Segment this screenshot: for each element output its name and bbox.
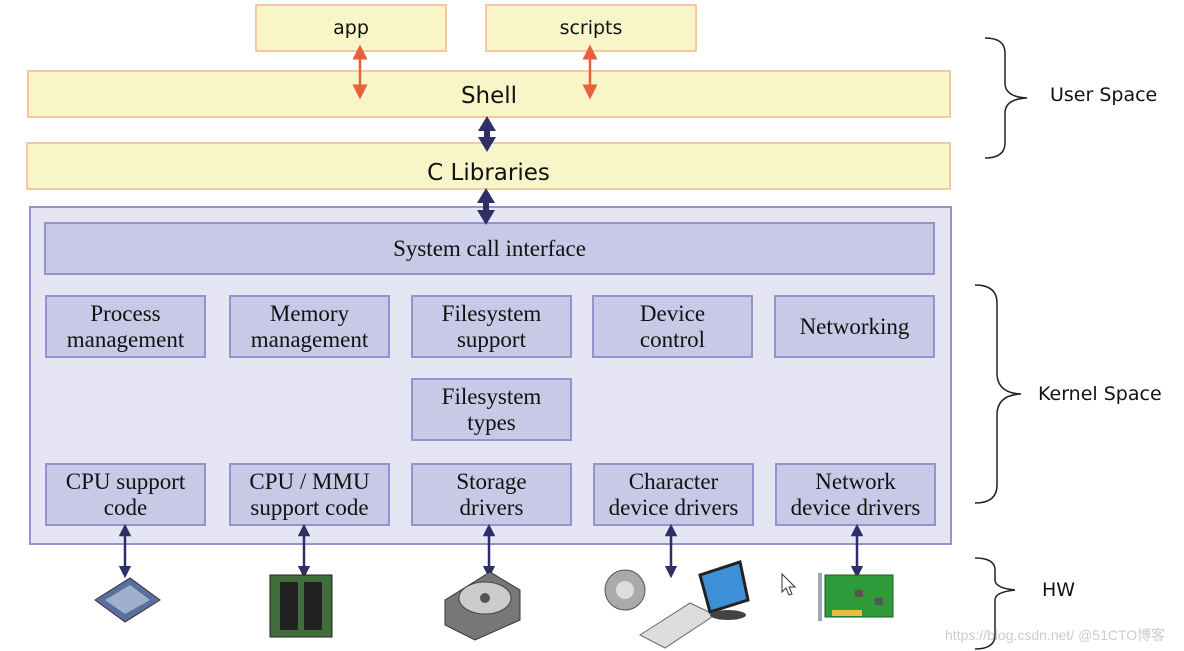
memory-module-icon bbox=[269, 574, 333, 638]
diagram-graphics bbox=[94, 37, 1028, 650]
network-card-icon bbox=[818, 573, 894, 621]
linux-architecture-diagram: app scripts Shell C Libraries System cal… bbox=[0, 0, 1184, 651]
cpu-chip-icon bbox=[94, 577, 161, 623]
orange-arrows bbox=[352, 44, 598, 100]
speaker-keyboard-monitor-icon bbox=[604, 560, 750, 649]
hard-disk-icon bbox=[444, 571, 521, 641]
thick-arrows bbox=[477, 116, 496, 225]
watermark: https://blog.csdn.net/ @51CTO博客 bbox=[945, 627, 1166, 643]
mouse-cursor-icon bbox=[781, 572, 797, 596]
kernel-space-label: Kernel Space bbox=[1038, 383, 1162, 405]
braces bbox=[974, 37, 1028, 650]
hw-arrows bbox=[118, 523, 864, 579]
user-space-label: User Space bbox=[1050, 84, 1158, 106]
hw-label: HW bbox=[1042, 579, 1076, 601]
